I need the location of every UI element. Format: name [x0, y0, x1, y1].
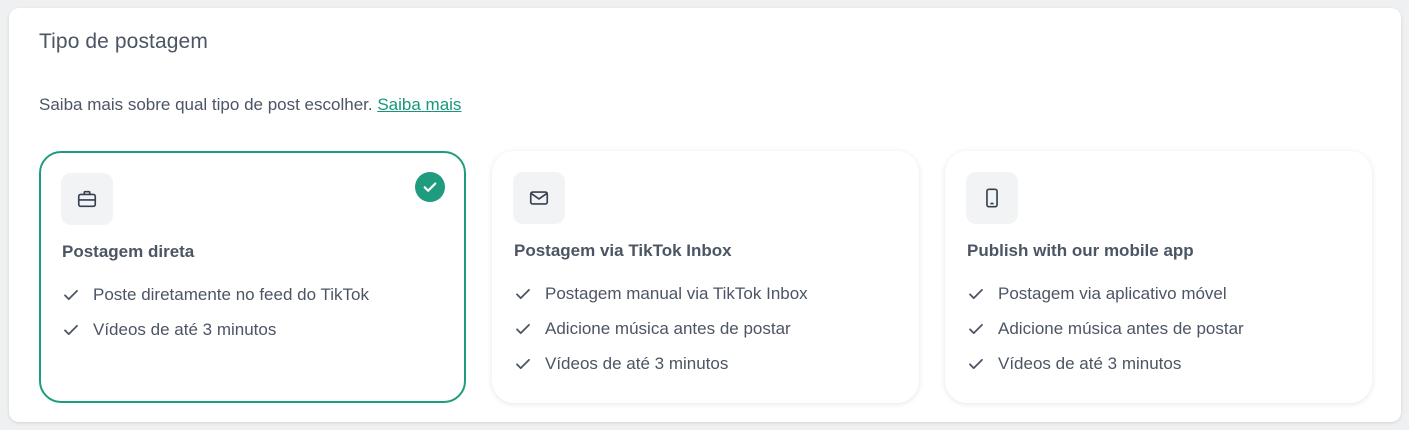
feature-text: Postagem manual via TikTok Inbox	[545, 283, 808, 303]
card-title: Publish with our mobile app	[967, 241, 1194, 260]
card-mobile-app[interactable]: Publish with our mobile app Postagem via…	[945, 151, 1372, 403]
smartphone-icon	[986, 188, 998, 208]
feature-text: Vídeos de até 3 minutos	[93, 319, 277, 339]
mail-icon	[529, 191, 549, 205]
subtitle-text: Saiba mais sobre qual tipo de post escol…	[39, 95, 373, 114]
briefcase-icon	[77, 190, 97, 208]
section-title: Tipo de postagem	[39, 30, 208, 53]
feature-text: Adicione música antes de postar	[998, 318, 1244, 338]
section-subtitle: Saiba mais sobre qual tipo de post escol…	[39, 95, 461, 115]
card-direct-post[interactable]: Postagem direta Poste diretamente no fee…	[39, 151, 466, 403]
icon-box	[513, 172, 565, 224]
icon-box	[61, 173, 113, 225]
icon-box	[966, 172, 1018, 224]
check-icon	[967, 285, 985, 303]
check-icon	[967, 355, 985, 373]
feature-list: Postagem via aplicativo móvel Adicione m…	[967, 276, 1244, 381]
feature-text: Postagem via aplicativo móvel	[998, 283, 1227, 303]
card-inbox-post[interactable]: Postagem via TikTok Inbox Postagem manua…	[492, 151, 919, 403]
feature-item: Vídeos de até 3 minutos	[967, 346, 1244, 381]
check-icon	[62, 286, 80, 304]
check-icon	[514, 355, 532, 373]
feature-text: Poste diretamente no feed do TikTok	[93, 284, 369, 304]
feature-item: Postagem manual via TikTok Inbox	[514, 276, 808, 311]
check-icon	[62, 321, 80, 339]
feature-text: Adicione música antes de postar	[545, 318, 791, 338]
feature-item: Vídeos de até 3 minutos	[514, 346, 808, 381]
feature-item: Poste diretamente no feed do TikTok	[62, 277, 369, 312]
feature-item: Adicione música antes de postar	[967, 311, 1244, 346]
feature-item: Vídeos de até 3 minutos	[62, 312, 369, 347]
check-icon	[423, 182, 437, 192]
card-title: Postagem via TikTok Inbox	[514, 241, 732, 260]
feature-text: Vídeos de até 3 minutos	[545, 353, 729, 373]
feature-item: Postagem via aplicativo móvel	[967, 276, 1244, 311]
selected-check-badge	[415, 172, 445, 202]
feature-text: Vídeos de até 3 minutos	[998, 353, 1182, 373]
check-icon	[514, 285, 532, 303]
learn-more-link[interactable]: Saiba mais	[377, 95, 461, 114]
check-icon	[514, 320, 532, 338]
feature-list: Postagem manual via TikTok Inbox Adicion…	[514, 276, 808, 381]
feature-list: Poste diretamente no feed do TikTok Víde…	[62, 277, 369, 347]
post-type-panel: Tipo de postagem Saiba mais sobre qual t…	[9, 8, 1401, 422]
check-icon	[967, 320, 985, 338]
card-title: Postagem direta	[62, 242, 195, 261]
feature-item: Adicione música antes de postar	[514, 311, 808, 346]
